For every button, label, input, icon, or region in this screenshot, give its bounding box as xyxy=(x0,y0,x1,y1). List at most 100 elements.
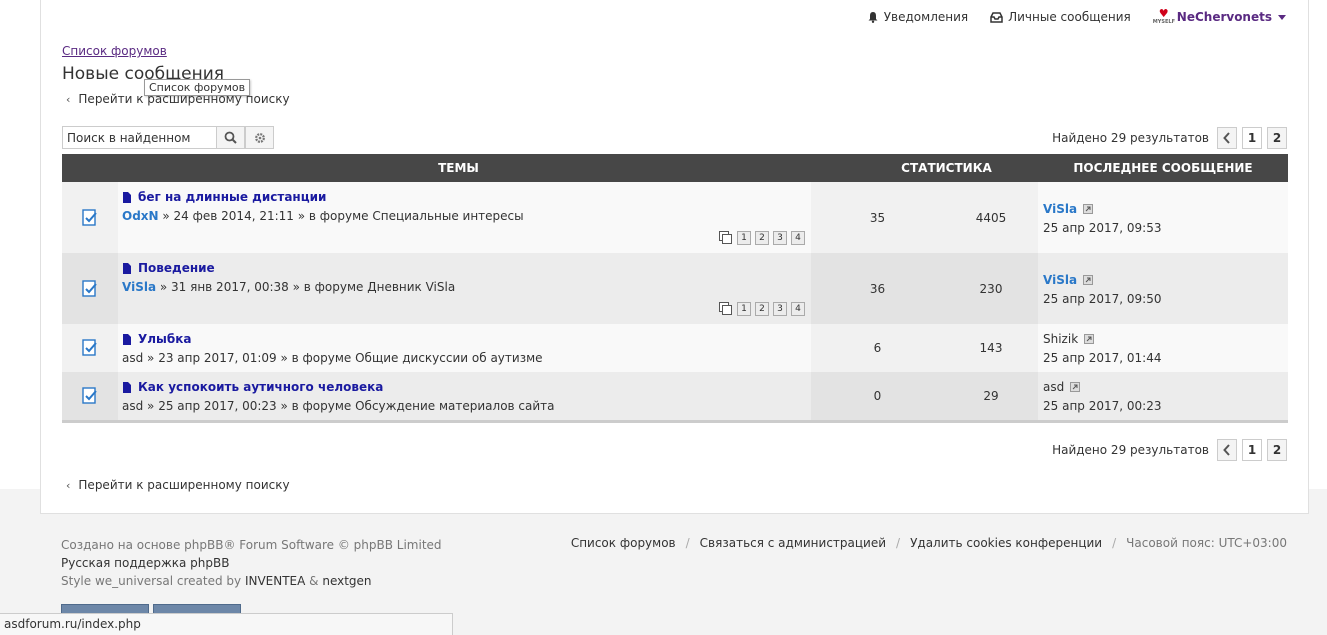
page-button-1[interactable]: 1 xyxy=(1242,127,1262,149)
document-icon xyxy=(123,333,131,345)
search-within-results xyxy=(62,126,274,149)
topic-status xyxy=(62,324,118,372)
page-button-2[interactable]: 2 xyxy=(1267,439,1287,461)
username: NeChervonets xyxy=(1176,10,1272,24)
topic-title[interactable]: Как успокоить аутичного человека xyxy=(138,380,383,394)
footer-forum-index-link[interactable]: Список форумов xyxy=(571,536,676,550)
gear-icon xyxy=(254,132,265,143)
advanced-search-button[interactable] xyxy=(245,126,274,149)
chevron-left-icon xyxy=(1223,444,1230,456)
last-post-author[interactable]: asd xyxy=(1043,380,1064,394)
chevron-left-icon: ‹ xyxy=(66,478,71,492)
prev-page-button[interactable] xyxy=(1217,439,1237,461)
goto-post-icon[interactable] xyxy=(1083,275,1094,285)
last-post: ViSla 25 апр 2017, 09:50 xyxy=(1038,253,1288,324)
topic-page-1[interactable]: 1 xyxy=(737,231,751,245)
advanced-search-link-bottom[interactable]: ‹ Перейти к расширенному поиску xyxy=(66,478,290,492)
topic-read-icon xyxy=(82,208,97,226)
topic-page-3[interactable]: 3 xyxy=(773,302,787,316)
results-count: Найдено 29 результатов xyxy=(1052,131,1209,145)
topic-author[interactable]: asd xyxy=(122,351,143,365)
page-button-2[interactable]: 2 xyxy=(1267,127,1287,149)
topic-page-4[interactable]: 4 xyxy=(791,302,805,316)
topic-pagination: 1 2 3 4 xyxy=(719,231,805,245)
topic-info: Улыбка asd » 23 апр 2017, 01:09 » в фору… xyxy=(118,324,811,372)
top-bar: Уведомления Личные сообщения ♥ MYSELF NeC… xyxy=(845,7,1286,25)
topic-meta: » 31 янв 2017, 00:38 » в форуме Дневник … xyxy=(156,280,456,294)
search-input[interactable] xyxy=(62,126,216,149)
messages-label: Личные сообщения xyxy=(1008,10,1131,24)
views-count: 4405 xyxy=(944,182,1038,253)
topics-table: ТЕМЫ СТАТИСТИКА ПОСЛЕДНЕЕ СООБЩЕНИЕ бег … xyxy=(62,154,1288,423)
footer-delete-cookies-link[interactable]: Удалить cookies конференции xyxy=(910,536,1102,550)
last-post-date: 25 апр 2017, 00:23 xyxy=(1043,399,1162,413)
last-post: asd 25 апр 2017, 00:23 xyxy=(1038,372,1288,420)
topic-page-2[interactable]: 2 xyxy=(755,231,769,245)
breadcrumb[interactable]: Список форумов xyxy=(62,44,167,58)
advanced-search-label: Перейти к расширенному поиску xyxy=(78,478,290,492)
table-bottom-border xyxy=(62,420,1288,423)
last-post-date: 25 апр 2017, 09:53 xyxy=(1043,221,1162,235)
bell-icon xyxy=(868,12,878,23)
topic-status xyxy=(62,182,118,253)
topic-title[interactable]: Улыбка xyxy=(138,332,192,346)
goto-post-icon[interactable] xyxy=(1083,204,1094,214)
views-count: 143 xyxy=(944,324,1038,372)
results-pagination-top: Найдено 29 результатов 1 2 xyxy=(1052,127,1287,149)
replies-count: 36 xyxy=(811,253,944,324)
topic-read-icon xyxy=(82,279,97,297)
footer-line-2[interactable]: Русская поддержка phpBB xyxy=(61,554,442,572)
advanced-search-link-top[interactable]: ‹ Перейти к расширенному поиску xyxy=(66,92,290,106)
topic-read-icon xyxy=(82,339,97,356)
footer-contact-link[interactable]: Связаться с администрацией xyxy=(700,536,886,550)
topic-page-2[interactable]: 2 xyxy=(755,302,769,316)
prev-page-button[interactable] xyxy=(1217,127,1237,149)
page-button-1[interactable]: 1 xyxy=(1242,439,1262,461)
document-icon xyxy=(123,191,131,203)
topic-title[interactable]: Поведение xyxy=(138,261,215,275)
search-icon xyxy=(224,131,237,144)
last-post: Shizik 25 апр 2017, 01:44 xyxy=(1038,324,1288,372)
separator: / xyxy=(685,536,690,550)
search-button[interactable] xyxy=(216,126,245,149)
replies-count: 0 xyxy=(811,372,944,420)
inbox-icon xyxy=(990,11,1003,23)
last-post-date: 25 апр 2017, 01:44 xyxy=(1043,351,1162,365)
table-header: ТЕМЫ СТАТИСТИКА ПОСЛЕДНЕЕ СООБЩЕНИЕ xyxy=(62,154,1288,182)
topic-info: Как успокоить аутичного человека asd » 2… xyxy=(118,372,811,420)
last-post-author[interactable]: ViSla xyxy=(1043,273,1077,287)
nextgen-link[interactable]: nextgen xyxy=(322,574,371,588)
topic-author[interactable]: ViSla xyxy=(122,280,156,294)
topic-info: Поведение ViSla » 31 янв 2017, 00:38 » в… xyxy=(118,253,811,324)
goto-post-icon[interactable] xyxy=(1084,334,1095,344)
chevron-left-icon xyxy=(1223,132,1230,144)
messages-link[interactable]: Личные сообщения xyxy=(990,10,1131,24)
avatar: ♥ MYSELF xyxy=(1152,7,1175,25)
notifications-link[interactable]: Уведомления xyxy=(867,10,968,24)
chevron-left-icon: ‹ xyxy=(66,92,71,106)
ampersand: & xyxy=(305,574,323,588)
topic-page-3[interactable]: 3 xyxy=(773,231,787,245)
document-icon xyxy=(123,381,131,393)
last-post: ViSla 25 апр 2017, 09:53 xyxy=(1038,182,1288,253)
inventea-link[interactable]: INVENTEA xyxy=(245,574,305,588)
topic-page-1[interactable]: 1 xyxy=(737,302,751,316)
advanced-search-label: Перейти к расширенному поиску xyxy=(78,92,290,106)
footer-line-3: Style we_universal created by xyxy=(61,574,245,588)
separator: / xyxy=(896,536,901,550)
main-panel: Уведомления Личные сообщения ♥ MYSELF NeC… xyxy=(40,0,1309,514)
topic-title[interactable]: бег на длинные дистанции xyxy=(138,190,326,204)
topic-page-4[interactable]: 4 xyxy=(791,231,805,245)
user-menu[interactable]: ♥ MYSELF NeChervonets xyxy=(1152,7,1286,25)
topic-author[interactable]: OdxN xyxy=(122,209,159,223)
topic-author[interactable]: asd xyxy=(122,399,143,413)
goto-post-icon[interactable] xyxy=(1070,382,1081,392)
topic-meta: » 24 фев 2014, 21:11 » в форуме Специаль… xyxy=(158,209,524,223)
browser-status-bar: asdforum.ru/index.php xyxy=(0,613,453,635)
last-post-author[interactable]: ViSla xyxy=(1043,202,1077,216)
table-row: бег на длинные дистанции OdxN » 24 фев 2… xyxy=(62,182,1288,253)
header-topics: ТЕМЫ xyxy=(438,161,479,175)
last-post-author[interactable]: Shizik xyxy=(1043,332,1078,346)
notifications-label: Уведомления xyxy=(883,10,969,24)
topic-meta: » 25 апр 2017, 00:23 » в форуме Обсужден… xyxy=(143,399,555,413)
